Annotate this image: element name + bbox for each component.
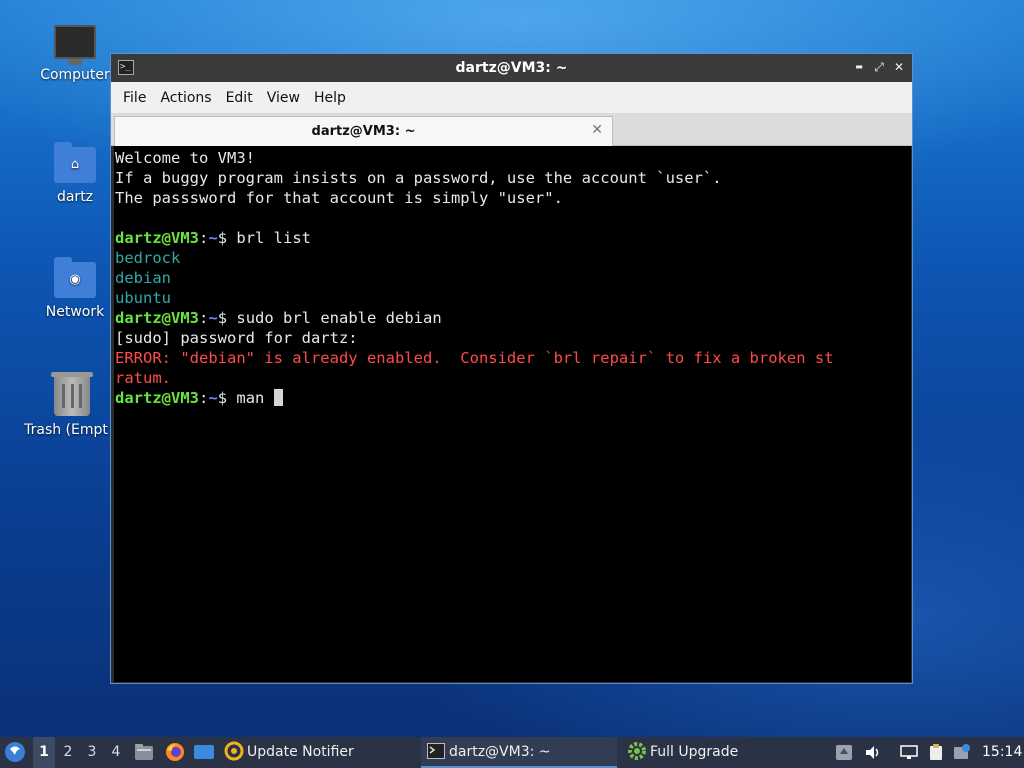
desktop-icon-label: Trash (Empt bbox=[24, 422, 108, 438]
desktop-icon-label: Network bbox=[45, 304, 105, 320]
notification-icon[interactable] bbox=[953, 744, 971, 761]
prompt-dollar: $ bbox=[217, 229, 237, 247]
workspace-4[interactable]: 4 bbox=[105, 737, 127, 768]
start-menu-icon[interactable] bbox=[4, 737, 28, 768]
prompt-colon: : bbox=[199, 229, 209, 247]
firefox-icon[interactable] bbox=[164, 737, 186, 768]
terminal-line: [sudo] password for dartz: bbox=[115, 329, 358, 347]
file-manager-icon[interactable] bbox=[134, 737, 154, 768]
menu-view[interactable]: View bbox=[260, 90, 307, 106]
desktop-icon-label: Computer bbox=[40, 67, 110, 83]
terminal-line: If a buggy program insists on a password… bbox=[115, 169, 722, 187]
network-folder-icon: ◉ bbox=[54, 257, 96, 298]
terminal-line: The passsword for that account is simply… bbox=[115, 189, 563, 207]
terminal-output[interactable]: Welcome to VM3! If a buggy program insis… bbox=[114, 146, 911, 682]
clock[interactable]: 15:14 bbox=[982, 737, 1022, 768]
terminal-line: Welcome to VM3! bbox=[115, 149, 255, 167]
window-title: dartz@VM3: ~ bbox=[455, 60, 568, 76]
desktop-icon-home[interactable]: ⌂ dartz bbox=[27, 142, 123, 205]
desktop-icon-label: dartz bbox=[56, 189, 94, 205]
menu-actions[interactable]: Actions bbox=[153, 90, 218, 106]
trash-icon bbox=[51, 372, 93, 416]
task-update-notifier[interactable]: Update Notifier bbox=[224, 737, 414, 768]
prompt-user: dartz@VM3 bbox=[115, 229, 199, 247]
updates-available-icon[interactable] bbox=[835, 744, 853, 761]
prompt-path: ~ bbox=[208, 229, 218, 247]
update-notifier-icon bbox=[224, 741, 244, 761]
network-icon[interactable] bbox=[900, 744, 918, 761]
prompt-dollar: $ bbox=[217, 309, 237, 327]
menu-edit[interactable]: Edit bbox=[219, 90, 260, 106]
prompt-path: ~ bbox=[208, 389, 218, 407]
terminal-cursor bbox=[273, 389, 283, 406]
menu-bar: File Actions Edit View Help bbox=[111, 82, 912, 113]
workspace-3[interactable]: 3 bbox=[81, 737, 103, 768]
terminal-command: man bbox=[236, 389, 274, 407]
terminal-error-line: ERROR: "debian" is already enabled. Cons… bbox=[115, 349, 834, 367]
terminal-prompt-line: dartz@VM3:~$ sudo brl enable debian bbox=[115, 308, 911, 328]
task-label: Update Notifier bbox=[247, 744, 354, 760]
task-label: dartz@VM3: ~ bbox=[449, 744, 551, 760]
terminal-command: sudo brl enable debian bbox=[236, 309, 442, 327]
taskbar: 1 2 3 4 Update Notifier dartz@VM3: ~ Ful… bbox=[0, 737, 1024, 768]
terminal-command: brl list bbox=[236, 229, 312, 247]
tab-bar: dartz@VM3: ~ ✕ bbox=[111, 113, 912, 146]
volume-icon[interactable] bbox=[864, 744, 882, 761]
terminal-prompt-line: dartz@VM3:~$ man bbox=[115, 388, 911, 408]
task-full-upgrade[interactable]: Full Upgrade bbox=[627, 737, 817, 768]
gear-icon bbox=[628, 742, 646, 760]
menu-help[interactable]: Help bbox=[307, 90, 353, 106]
desktop-icon-trash[interactable]: Trash (Empt bbox=[22, 372, 122, 438]
prompt-user: dartz@VM3 bbox=[115, 309, 199, 327]
terminal-line: bedrock bbox=[115, 249, 181, 267]
prompt-colon: : bbox=[199, 389, 209, 407]
terminal-line: debian bbox=[115, 269, 171, 287]
workspace-2[interactable]: 2 bbox=[57, 737, 79, 768]
task-terminal[interactable]: dartz@VM3: ~ bbox=[421, 737, 617, 768]
menu-file[interactable]: File bbox=[116, 90, 153, 106]
desktop-icon-network[interactable]: ◉ Network bbox=[27, 257, 123, 320]
maximize-icon[interactable]: ⤢ bbox=[871, 59, 887, 75]
home-folder-icon: ⌂ bbox=[54, 142, 96, 183]
show-desktop-icon[interactable] bbox=[193, 737, 215, 768]
minimize-icon[interactable]: ▬ bbox=[851, 59, 867, 75]
clipboard-icon[interactable] bbox=[927, 744, 945, 761]
prompt-path: ~ bbox=[208, 309, 218, 327]
prompt-user: dartz@VM3 bbox=[115, 389, 199, 407]
tab-title: dartz@VM3: ~ bbox=[311, 124, 416, 139]
terminal-error-line: ratum. bbox=[115, 369, 171, 387]
window-titlebar[interactable]: >_ dartz@VM3: ~ ▬ ⤢ ✕ bbox=[111, 54, 912, 82]
prompt-colon: : bbox=[199, 309, 209, 327]
prompt-dollar: $ bbox=[217, 389, 237, 407]
terminal-window[interactable]: >_ dartz@VM3: ~ ▬ ⤢ ✕ File Actions Edit … bbox=[110, 53, 913, 684]
terminal-line: ubuntu bbox=[115, 289, 171, 307]
task-label: Full Upgrade bbox=[650, 744, 739, 760]
desktop-icon-computer[interactable]: Computer bbox=[27, 25, 123, 83]
computer-icon bbox=[54, 25, 96, 65]
close-icon[interactable]: ✕ bbox=[891, 59, 907, 75]
workspace-1[interactable]: 1 bbox=[33, 737, 55, 768]
tab-close-icon[interactable]: ✕ bbox=[591, 122, 603, 138]
tab-terminal[interactable]: dartz@VM3: ~ ✕ bbox=[114, 116, 613, 146]
terminal-prompt-line: dartz@VM3:~$ brl list bbox=[115, 228, 911, 248]
terminal-icon bbox=[427, 743, 445, 759]
